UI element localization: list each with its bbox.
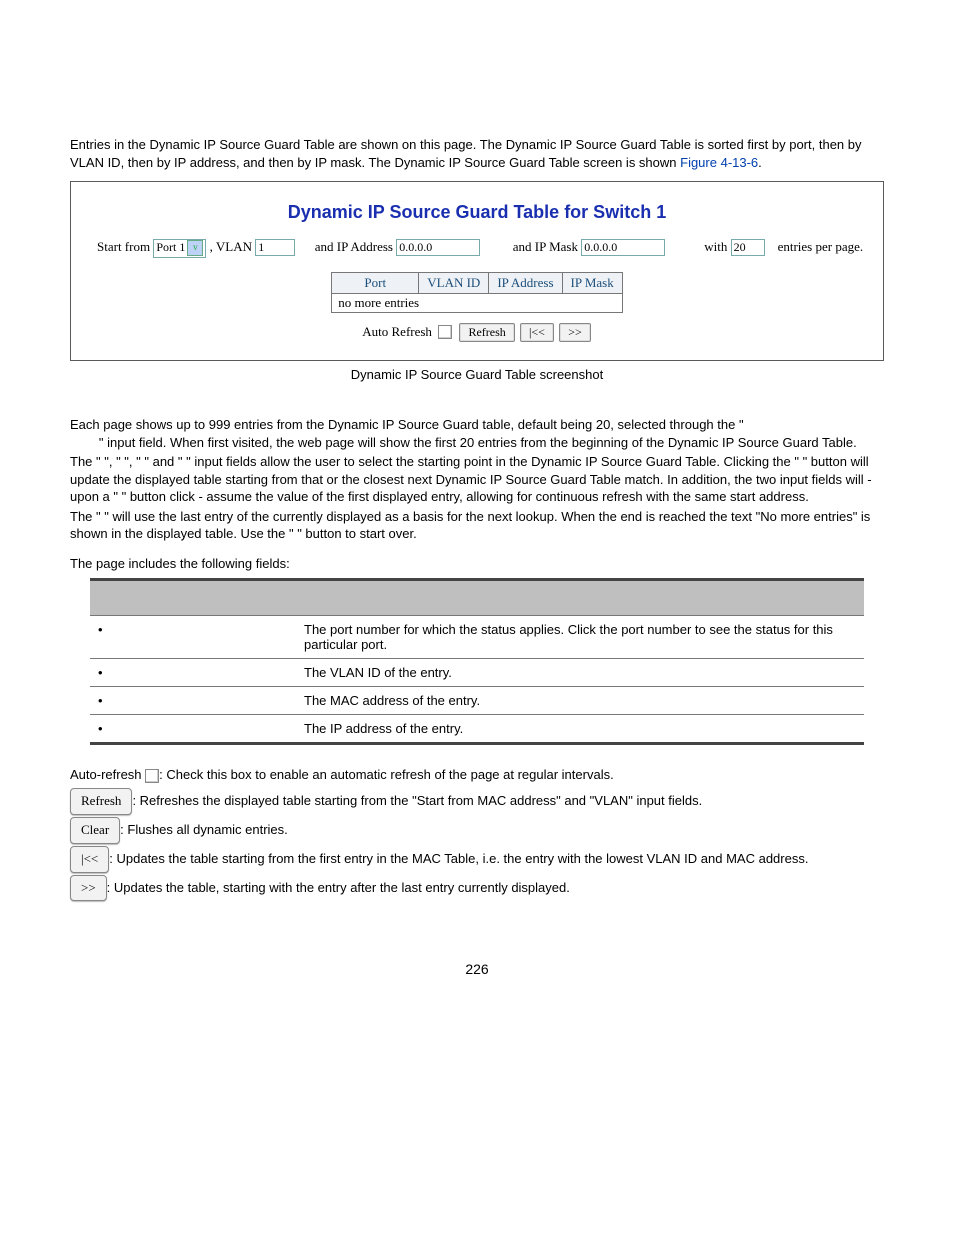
desc-port: The port number for which the status app… — [296, 616, 864, 659]
with-label: with — [704, 239, 727, 254]
clear-button-icon: Clear — [70, 817, 120, 844]
fields-heading: The page includes the following fields: — [70, 555, 884, 573]
desc-ip: The IP address of the entry. — [296, 715, 864, 744]
port-select[interactable]: Port 1v — [153, 239, 206, 258]
checkbox-icon — [145, 769, 159, 783]
figure-link[interactable]: Figure 4-13-6 — [680, 155, 758, 170]
refresh-button-icon: Refresh — [70, 788, 132, 815]
figure-title: Dynamic IP Source Guard Table for Switch… — [97, 202, 857, 223]
desc-vlan: The VLAN ID of the entry. — [296, 659, 864, 687]
table-row: • The MAC address of the entry. — [90, 687, 864, 715]
entries-count-input[interactable] — [731, 239, 765, 256]
table-header-row — [90, 580, 864, 616]
table-controls: Auto Refresh Refresh |<< >> — [97, 323, 857, 342]
next-desc: >>: Updates the table, starting with the… — [70, 875, 884, 902]
filter-controls: Start from Port 1v , VLAN and IP Address… — [97, 239, 857, 258]
screenshot-figure: Dynamic IP Source Guard Table for Switch… — [70, 181, 884, 361]
table-row: • The port number for which the status a… — [90, 616, 864, 659]
table-row: • The IP address of the entry. — [90, 715, 864, 744]
intro-paragraph: Entries in the Dynamic IP Source Guard T… — [70, 136, 884, 171]
body-paragraph-1: Each page shows up to 999 entries from t… — [70, 416, 884, 451]
th-vlan: VLAN ID — [419, 273, 489, 294]
entries-per-page-label: entries per page. — [778, 239, 864, 254]
page-number: 226 — [30, 961, 924, 977]
vlan-label: , VLAN — [210, 239, 252, 254]
auto-refresh-checkbox[interactable] — [438, 325, 452, 339]
body-paragraph-3: The " " will use the last entry of the c… — [70, 508, 884, 543]
desc-mac: The MAC address of the entry. — [296, 687, 864, 715]
next-button-icon: >> — [70, 875, 107, 902]
next-page-button[interactable]: >> — [559, 323, 591, 342]
th-mask: IP Mask — [562, 273, 622, 294]
clear-desc: Clear: Flushes all dynamic entries. — [70, 817, 884, 844]
first-page-button[interactable]: |<< — [520, 323, 554, 342]
th-ip: IP Address — [489, 273, 562, 294]
chevron-down-icon: v — [187, 240, 203, 256]
ip-label: and IP Address — [315, 239, 393, 254]
th-port: Port — [332, 273, 419, 294]
th-object — [90, 580, 296, 616]
vlan-input[interactable] — [255, 239, 295, 256]
fields-table: • The port number for which the status a… — [90, 578, 864, 745]
figure-caption: Dynamic IP Source Guard Table screenshot — [30, 367, 924, 382]
mask-label: and IP Mask — [513, 239, 578, 254]
first-button-icon: |<< — [70, 846, 109, 873]
auto-refresh-label: Auto Refresh — [362, 324, 432, 339]
refresh-button[interactable]: Refresh — [459, 323, 514, 342]
start-from-label: Start from — [97, 239, 150, 254]
table-row: • The VLAN ID of the entry. — [90, 659, 864, 687]
ip-address-input[interactable] — [396, 239, 480, 256]
data-table: Port VLAN ID IP Address IP Mask no more … — [331, 272, 623, 313]
body-paragraph-2: The " ", " ", " " and " " input fields a… — [70, 453, 884, 506]
first-desc: |<<: Updates the table starting from the… — [70, 846, 884, 873]
th-description — [296, 580, 864, 616]
no-more-entries: no more entries — [332, 294, 623, 313]
auto-refresh-desc: Auto-refresh : Check this box to enable … — [70, 765, 884, 786]
refresh-desc: Refresh: Refreshes the displayed table s… — [70, 788, 884, 815]
ip-mask-input[interactable] — [581, 239, 665, 256]
